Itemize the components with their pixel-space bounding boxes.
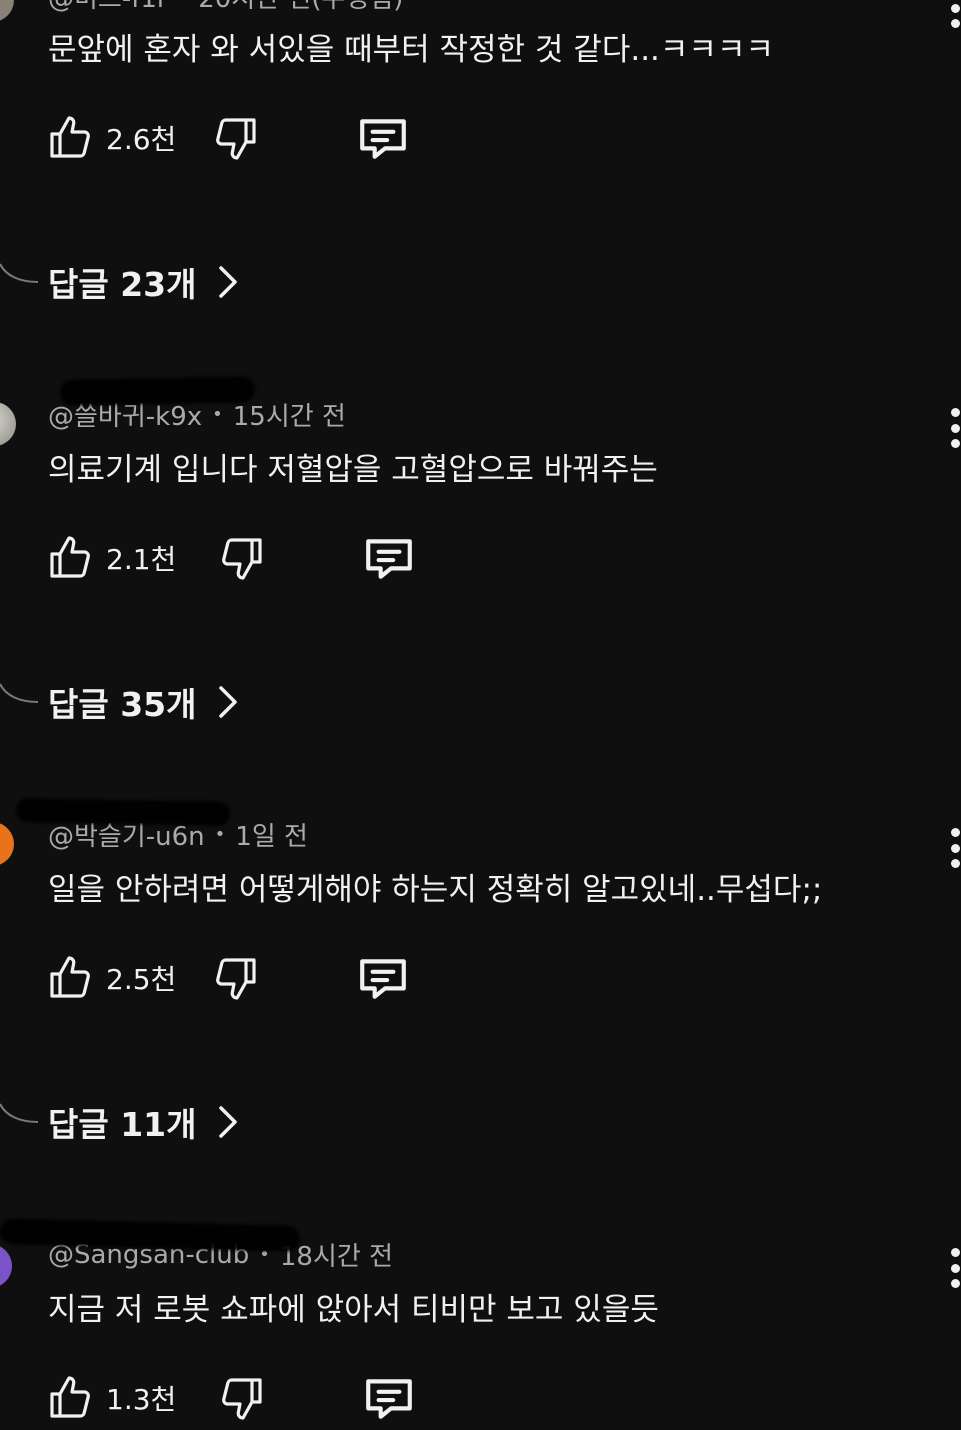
chevron-right-icon xyxy=(218,686,237,718)
reply-button[interactable] xyxy=(356,113,410,163)
avatar[interactable] xyxy=(0,1244,12,1288)
like-icon xyxy=(50,1376,90,1418)
comment-time: 15시간 전 xyxy=(232,402,346,432)
like-icon xyxy=(50,536,90,578)
reply-button[interactable] xyxy=(362,1373,416,1423)
thread-line xyxy=(0,683,38,703)
dislike-icon xyxy=(216,118,256,160)
redaction-mark xyxy=(0,1218,301,1252)
like-icon xyxy=(50,956,90,998)
comment-text: 문앞에 혼자 와 서있을 때부터 작정한 것 같다...ㅋㅋㅋㅋ xyxy=(48,32,774,68)
like-button[interactable]: 2.1천 xyxy=(46,533,176,583)
comment-author[interactable]: @미르-f1r xyxy=(48,0,168,15)
dislike-icon xyxy=(222,538,262,580)
more-vert-icon[interactable] xyxy=(949,828,961,868)
reply-icon xyxy=(360,119,407,159)
dislike-button[interactable] xyxy=(212,113,260,163)
avatar[interactable] xyxy=(0,0,14,22)
more-vert-icon[interactable] xyxy=(949,0,961,28)
comment-text: 일을 안하려면 어떻게해야 하는지 정확히 알고있네..무섭다;; xyxy=(48,872,823,908)
more-vert-icon[interactable] xyxy=(949,1248,961,1288)
dislike-button[interactable] xyxy=(218,533,266,583)
redaction-mark xyxy=(15,798,231,826)
like-count: 2.5천 xyxy=(106,963,177,996)
reply-icon xyxy=(366,1379,413,1419)
redaction-mark xyxy=(59,376,256,406)
comment-text: 의료기계 입니다 저혈압을 고혈압으로 바꿔주는 xyxy=(48,452,658,488)
like-count: 2.6천 xyxy=(106,123,177,156)
comment-actions: 2.1천 xyxy=(46,528,416,588)
meta-separator: • xyxy=(212,404,223,425)
comment-actions: 2.6천 xyxy=(46,108,410,168)
comment-actions: 2.5천 xyxy=(46,948,410,1008)
like-button[interactable]: 2.5천 xyxy=(46,953,176,1003)
more-vert-icon[interactable] xyxy=(949,408,961,448)
like-button[interactable]: 2.6천 xyxy=(46,113,176,163)
meta-separator: • xyxy=(178,0,189,7)
like-count: 1.3천 xyxy=(106,1383,177,1416)
reply-button[interactable] xyxy=(362,533,416,583)
replies-toggle[interactable]: 답글 11개 xyxy=(48,1098,239,1146)
replies-count: 답글 35개 xyxy=(48,685,197,724)
comment-meta: @미르-f1r • 20시간 전(수정됨) xyxy=(48,0,403,15)
chevron-right-icon xyxy=(218,1106,237,1138)
reply-icon xyxy=(366,539,413,579)
comment-text: 지금 저 로봇 쇼파에 앉아서 티비만 보고 있을듯 xyxy=(48,1292,659,1328)
replies-toggle[interactable]: 답글 35개 xyxy=(48,678,239,726)
like-icon xyxy=(50,116,90,158)
comment-actions: 1.3천 xyxy=(46,1368,416,1428)
replies-count: 답글 23개 xyxy=(48,265,197,304)
meta-separator: • xyxy=(214,824,226,845)
comment-time: 1일 전 xyxy=(235,822,308,852)
avatar[interactable] xyxy=(0,402,16,446)
comment-time: 20시간 전(수정됨) xyxy=(198,0,403,15)
chevron-right-icon xyxy=(218,266,237,298)
avatar[interactable] xyxy=(0,822,14,866)
reply-icon xyxy=(360,959,407,999)
like-count: 2.1천 xyxy=(106,543,177,576)
reply-button[interactable] xyxy=(356,953,410,1003)
like-button[interactable]: 1.3천 xyxy=(46,1373,176,1423)
dislike-button[interactable] xyxy=(218,1373,266,1423)
thread-line xyxy=(0,1103,38,1123)
dislike-button[interactable] xyxy=(212,953,260,1003)
replies-count: 답글 11개 xyxy=(48,1105,197,1144)
dislike-icon xyxy=(216,958,256,1000)
thread-line xyxy=(0,263,38,283)
dislike-icon xyxy=(222,1378,262,1420)
replies-toggle[interactable]: 답글 23개 xyxy=(48,258,239,306)
